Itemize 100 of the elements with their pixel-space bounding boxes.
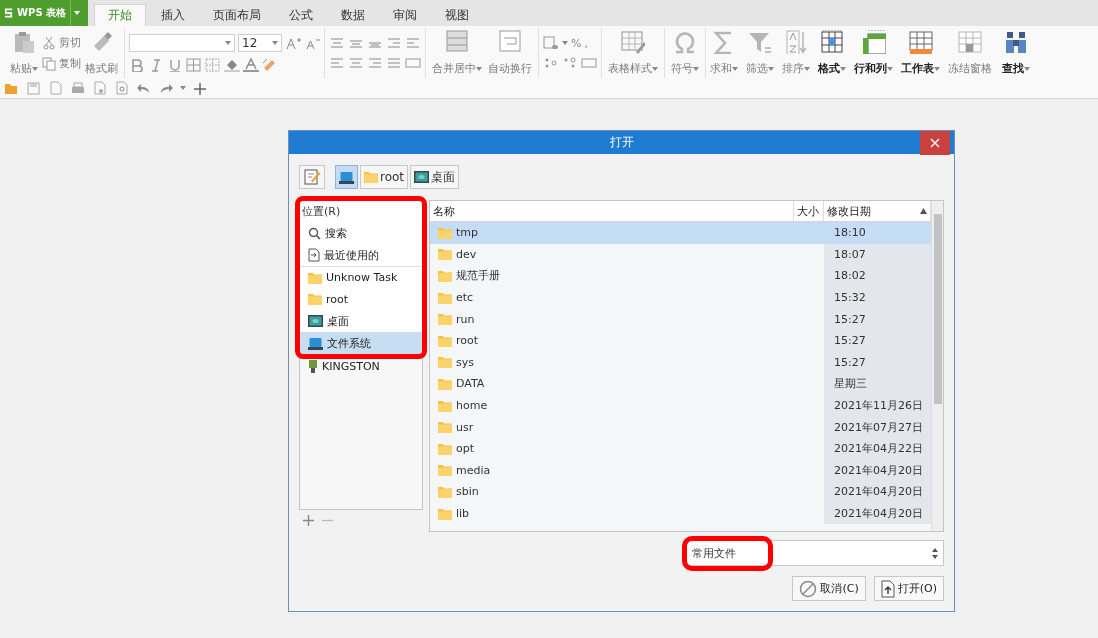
modified-date: 18:10 — [834, 226, 866, 240]
place-item[interactable]: 文件系统 — [300, 332, 422, 354]
folder-icon — [438, 313, 452, 326]
path-button[interactable]: 桌面 — [410, 165, 460, 189]
add-place-button[interactable] — [303, 513, 314, 529]
place-item[interactable]: 桌面 — [300, 310, 422, 332]
place-item[interactable]: root — [300, 288, 422, 310]
file-name[interactable]: lib — [456, 507, 470, 520]
font-name-field[interactable] — [129, 34, 235, 52]
font-size-field[interactable]: 12 — [238, 34, 282, 52]
export-icon[interactable] — [48, 81, 64, 95]
sort-ascending-icon — [920, 208, 927, 214]
ribbon-tab[interactable]: 数据 — [328, 4, 378, 26]
ribbon-tab[interactable]: 审阅 — [380, 4, 430, 26]
prohibited-icon — [799, 579, 818, 598]
ribbon-button[interactable]: 工作表 — [899, 30, 942, 76]
align-icon[interactable] — [329, 56, 345, 70]
shrink-font-icon[interactable] — [304, 36, 320, 50]
decrease-decimal-icon[interactable] — [562, 56, 578, 70]
modified-date: 2021年04月22日 — [834, 441, 923, 457]
folder-icon — [438, 464, 452, 477]
file-name[interactable]: sys — [456, 355, 474, 369]
command-icon — [748, 30, 772, 54]
file-name[interactable]: DATA — [456, 377, 485, 391]
file-type-dropdown[interactable]: 常用文件 — [686, 540, 944, 566]
number-icon[interactable] — [581, 56, 597, 70]
align-icon[interactable] — [329, 36, 345, 50]
file-name[interactable]: sbin — [456, 485, 479, 499]
justify-icon[interactable] — [386, 56, 402, 70]
font-color-icon[interactable] — [243, 58, 259, 72]
file-name[interactable]: usr — [456, 420, 474, 434]
file-name[interactable]: run — [456, 312, 475, 326]
align-icon[interactable] — [367, 56, 383, 70]
increase-decimal-icon[interactable] — [543, 56, 559, 70]
modified-date: 2021年04月20日 — [834, 506, 923, 521]
place-item[interactable]: KINGSTON — [300, 355, 422, 377]
ribbon-button[interactable]: 查找 — [1000, 30, 1032, 76]
path-button[interactable]: root — [360, 165, 409, 189]
cancel-button[interactable]: 取消(C) — [792, 576, 866, 601]
save-icon[interactable] — [26, 81, 42, 95]
ribbon-button[interactable]: 格式 — [816, 30, 848, 76]
number-format-icon[interactable] — [543, 36, 559, 50]
path-button[interactable] — [335, 165, 358, 189]
indent-icon[interactable] — [386, 36, 402, 50]
column-header[interactable]: 大小 — [794, 201, 824, 221]
place-item[interactable]: Unknow Task — [300, 266, 422, 288]
number-format-symbol[interactable]: , — [584, 36, 588, 50]
file-name[interactable]: root — [456, 334, 479, 348]
folder-icon — [438, 291, 452, 304]
print-icon[interactable] — [70, 81, 86, 95]
grow-font-icon[interactable] — [285, 36, 301, 50]
ribbon-tab[interactable]: 开始 — [94, 4, 146, 26]
eraser-icon[interactable] — [262, 58, 278, 72]
edit-path-button[interactable] — [299, 165, 325, 189]
bold-icon[interactable] — [129, 58, 145, 72]
close-button[interactable] — [920, 131, 950, 155]
file-name[interactable]: 规范手册 — [456, 268, 500, 284]
underline-icon[interactable] — [167, 58, 183, 72]
borders-icon[interactable] — [186, 58, 202, 72]
redo-icon[interactable] — [158, 81, 174, 95]
modified-date: 18:07 — [834, 247, 866, 261]
scrollbar[interactable] — [931, 201, 943, 531]
file-name[interactable]: home — [456, 399, 488, 413]
indent-icon[interactable] — [405, 36, 421, 50]
grid-icon[interactable] — [205, 58, 221, 72]
file-name[interactable]: opt — [456, 442, 475, 456]
modified-date: 2021年04月20日 — [834, 462, 923, 478]
command-icon — [1004, 30, 1028, 54]
number-format-symbol[interactable]: % — [571, 36, 582, 50]
fill-color-icon[interactable] — [224, 58, 240, 72]
ribbon-button[interactable]: 行和列 — [852, 30, 895, 76]
ribbon-tab[interactable]: 插入 — [148, 4, 198, 26]
command-icon — [908, 30, 933, 54]
place-item[interactable]: 搜索 — [300, 222, 422, 244]
ribbon-tab[interactable]: 视图 — [432, 4, 482, 26]
place-item[interactable]: 最近使用的 — [300, 244, 422, 266]
distribute-icon[interactable] — [405, 56, 421, 70]
file-name[interactable]: dev — [456, 247, 477, 261]
preview-icon[interactable] — [114, 81, 130, 95]
add-icon[interactable] — [192, 81, 208, 95]
modified-date: 15:27 — [834, 334, 866, 348]
ribbon-tab[interactable]: 公式 — [276, 4, 326, 26]
open-button[interactable]: 打开(O) — [873, 576, 944, 601]
open-folder-icon[interactable] — [4, 81, 20, 95]
ribbon-tab[interactable]: 页面布局 — [200, 4, 274, 26]
align-icon[interactable] — [348, 56, 364, 70]
print-preview-icon[interactable] — [92, 81, 108, 95]
column-header[interactable]: 名称 — [430, 201, 794, 221]
file-name[interactable]: etc — [456, 291, 474, 305]
modified-date: 2021年11月26日 — [834, 398, 923, 414]
folder-icon — [438, 334, 452, 347]
folder-icon — [438, 377, 452, 390]
usb-drive-icon — [308, 359, 318, 373]
folder-icon — [438, 356, 452, 369]
caret-icon — [562, 41, 568, 45]
file-name[interactable]: media — [456, 463, 491, 477]
dialog-title: 打开 — [609, 134, 634, 151]
file-name[interactable]: tmp — [456, 226, 478, 240]
scissors-icon — [42, 35, 56, 50]
command-icon — [673, 30, 697, 54]
